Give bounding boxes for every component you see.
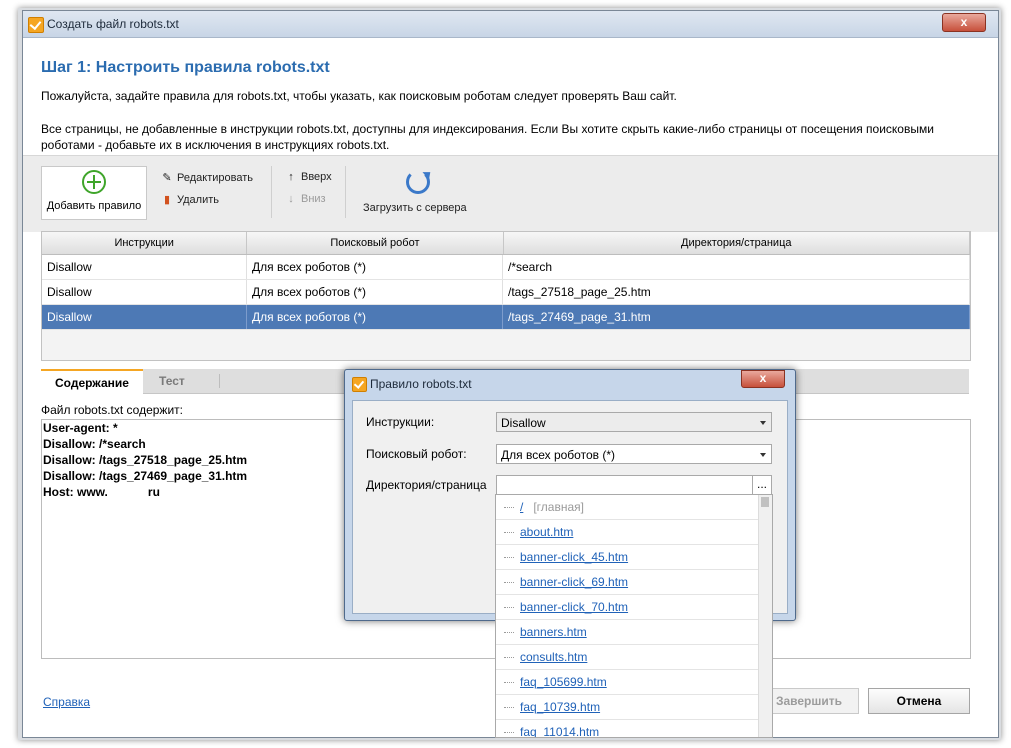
column-header[interactable]: Директория/страница (504, 232, 970, 254)
add-circle-icon (82, 170, 106, 194)
delete-label: Удалить (177, 194, 219, 206)
path-link[interactable]: banners.htm (520, 625, 587, 639)
app-icon (352, 377, 367, 392)
list-item[interactable]: faq_11014.htm (496, 720, 772, 737)
dir-input[interactable]: ... (496, 475, 772, 495)
tab-divider (219, 374, 220, 388)
list-item[interactable]: faq_10739.htm (496, 695, 772, 720)
scrollbar-thumb[interactable] (761, 497, 769, 507)
rules-grid: Инструкции Поисковый робот Директория/ст… (41, 231, 971, 361)
titlebar: Создать файл robots.txt x (23, 11, 998, 38)
cell-robot: Для всех роботов (*) (247, 255, 503, 279)
dialog-title: Правило robots.txt (370, 377, 472, 391)
refresh-icon (406, 170, 430, 194)
path-link[interactable]: / (520, 500, 523, 514)
cell-path: /*search (503, 255, 970, 279)
cell-path: /tags_27518_page_25.htm (503, 280, 970, 304)
cell-path: /tags_27469_page_31.htm (503, 305, 970, 329)
path-link[interactable]: faq_105699.htm (520, 675, 607, 689)
browse-button[interactable]: ... (752, 476, 771, 494)
toolbar: Добавить правило ✎ Редактировать ▮ Удалить… (23, 155, 998, 232)
content-label: Файл robots.txt содержит: (41, 403, 183, 417)
list-item[interactable]: banner-click_45.htm (496, 545, 772, 570)
instruction-label: Инструкции: (366, 415, 435, 429)
path-link[interactable]: banner-click_45.htm (520, 550, 628, 564)
table-row-selected[interactable]: Disallow Для всех роботов (*) /tags_2746… (42, 305, 970, 330)
list-item[interactable]: about.htm (496, 520, 772, 545)
list-item[interactable]: banners.htm (496, 620, 772, 645)
instruction-value: Disallow (501, 416, 546, 430)
list-item[interactable]: consults.htm (496, 645, 772, 670)
cell-instruction: Disallow (42, 255, 247, 279)
move-down-button[interactable]: ↓ Вниз (285, 193, 326, 205)
tab-content[interactable]: Содержание (41, 369, 143, 394)
cell-instruction: Disallow (42, 280, 247, 304)
arrow-down-icon: ↓ (288, 193, 294, 205)
cell-robot: Для всех роботов (*) (247, 280, 503, 304)
path-link[interactable]: banner-click_69.htm (520, 575, 628, 589)
close-button[interactable]: x (942, 13, 986, 32)
list-item[interactable]: banner-click_69.htm (496, 570, 772, 595)
step-note: Все страницы, не добавленные в инструкци… (41, 122, 934, 152)
step-title: Шаг 1: Настроить правила robots.txt (41, 59, 330, 76)
arrow-up-icon: ↑ (288, 171, 294, 183)
tab-test[interactable]: Тест (145, 369, 199, 393)
table-row[interactable]: Disallow Для всех роботов (*) /tags_2751… (42, 280, 970, 305)
app-icon (28, 17, 44, 33)
robot-select[interactable]: Для всех роботов (*) (496, 444, 772, 464)
instruction-select[interactable]: Disallow (496, 412, 772, 432)
grid-header: Инструкции Поисковый робот Директория/ст… (42, 232, 970, 255)
toolbar-divider (271, 166, 272, 218)
add-rule-label: Добавить правило (46, 200, 142, 212)
load-label: Загрузить с сервера (363, 202, 467, 214)
dropdown-scrollbar[interactable] (758, 495, 772, 737)
chevron-down-icon (760, 421, 766, 425)
edit-button[interactable]: ✎ Редактировать (161, 171, 253, 184)
path-link[interactable]: faq_10739.htm (520, 700, 600, 714)
add-rule-button[interactable]: Добавить правило (41, 166, 147, 220)
path-link[interactable]: about.htm (520, 525, 573, 539)
step-description: Пожалуйста, задайте правила для robots.t… (41, 89, 677, 103)
robot-value: Для всех роботов (*) (501, 448, 615, 462)
cell-robot: Для всех роботов (*) (247, 305, 503, 329)
toolbar-divider (345, 166, 346, 218)
column-header[interactable]: Инструкции (42, 232, 248, 254)
robot-label: Поисковый робот: (366, 447, 467, 461)
list-item[interactable]: / [главная] (496, 495, 772, 520)
move-up-button[interactable]: ↑ Вверх (285, 171, 332, 183)
list-item[interactable]: banner-click_70.htm (496, 595, 772, 620)
up-label: Вверх (301, 171, 332, 183)
window-title: Создать файл robots.txt (47, 17, 179, 31)
chevron-down-icon (760, 453, 766, 457)
cancel-button[interactable]: Отмена (868, 688, 970, 714)
column-header[interactable]: Поисковый робот (247, 232, 504, 254)
path-dropdown-list: / [главная] about.htm banner-click_45.htm… (495, 494, 773, 738)
help-link[interactable]: Справка (43, 695, 90, 709)
down-label: Вниз (301, 193, 326, 205)
finish-button[interactable]: Завершить (759, 688, 859, 714)
table-row[interactable]: Disallow Для всех роботов (*) /*search (42, 255, 970, 280)
path-link[interactable]: consults.htm (520, 650, 587, 664)
delete-button[interactable]: ▮ Удалить (161, 193, 219, 206)
path-note: [главная] (533, 500, 584, 514)
dir-label: Директория/страница (366, 478, 487, 492)
pencil-icon: ✎ (162, 172, 172, 184)
path-link[interactable]: banner-click_70.htm (520, 600, 628, 614)
edit-label: Редактировать (177, 172, 253, 184)
dialog-close-button[interactable]: x (741, 370, 785, 388)
list-item[interactable]: faq_105699.htm (496, 670, 772, 695)
trash-icon: ▮ (163, 194, 171, 206)
cell-instruction: Disallow (42, 305, 247, 329)
path-link[interactable]: faq_11014.htm (520, 725, 599, 737)
